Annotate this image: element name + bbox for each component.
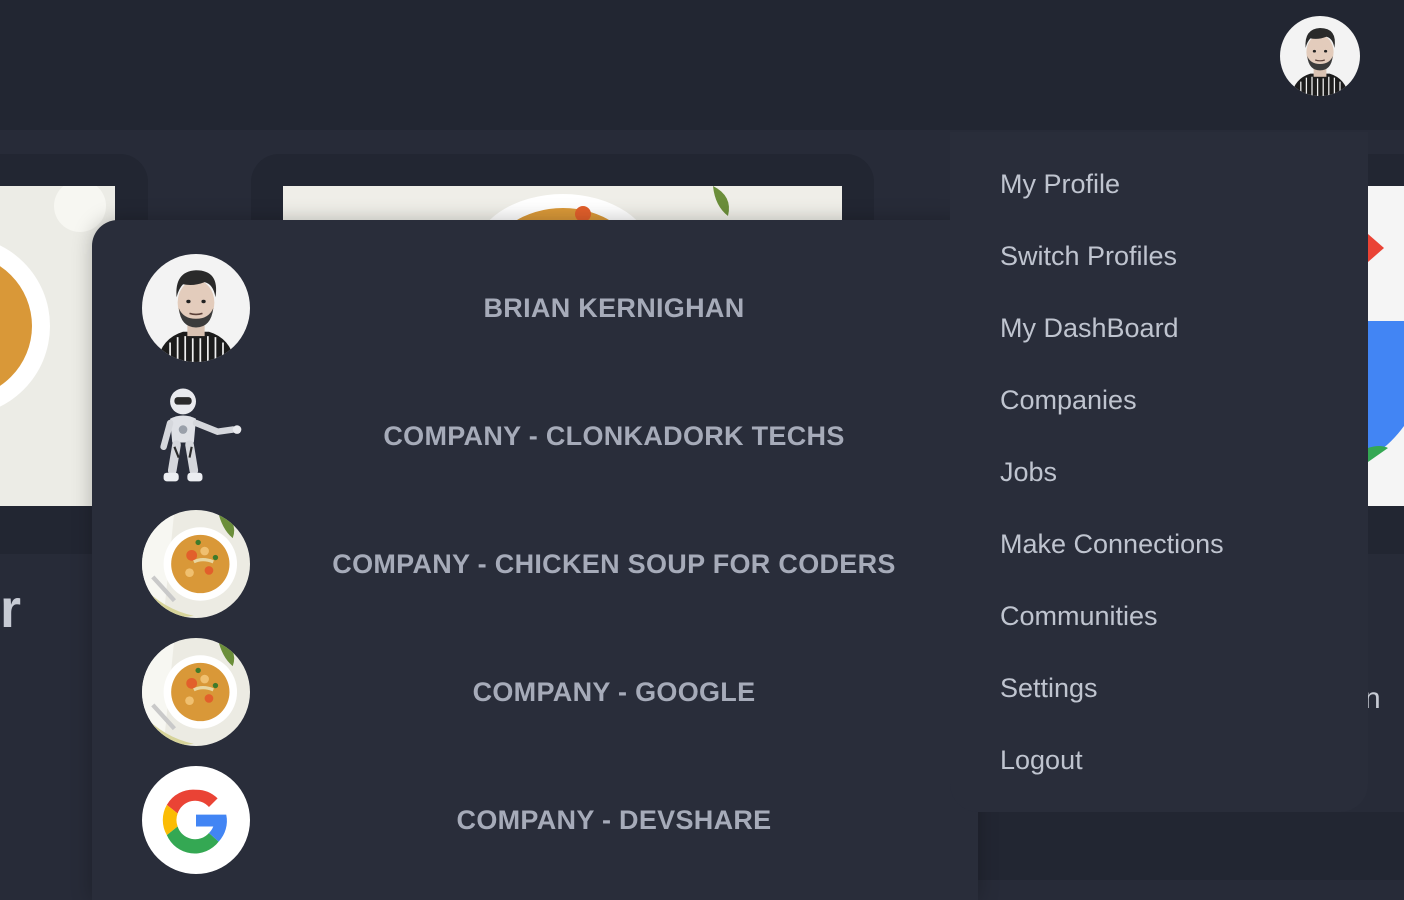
google-g-logo-icon	[142, 766, 250, 874]
profile-option[interactable]: COMPANY - DEVSHARE	[142, 766, 978, 874]
menu-item-companies[interactable]: Companies	[1000, 380, 1137, 420]
background-footer-area	[978, 812, 1404, 880]
menu-item-make-connections[interactable]: Make Connections	[1000, 524, 1224, 564]
person-avatar-icon	[142, 254, 250, 362]
menu-item-switch-profiles[interactable]: Switch Profiles	[1000, 236, 1177, 276]
profile-avatar	[142, 254, 250, 362]
top-header	[0, 0, 1404, 130]
profile-option[interactable]: COMPANY - GOOGLE	[142, 638, 978, 746]
user-avatar-button[interactable]	[1280, 16, 1360, 96]
profile-switcher-panel: BRIAN KERNIGHAN COMPANY - CLONKADORK TEC…	[92, 220, 978, 900]
profile-name: COMPANY - CHICKEN SOUP FOR CODERS	[332, 548, 896, 579]
profile-name: BRIAN KERNIGHAN	[483, 292, 745, 323]
profile-option[interactable]: COMPANY - CLONKADORK TECHS	[142, 382, 978, 490]
menu-item-jobs[interactable]: Jobs	[1000, 452, 1057, 492]
profile-name: COMPANY - CLONKADORK TECHS	[383, 420, 845, 451]
menu-item-logout[interactable]: Logout	[1000, 740, 1083, 780]
profile-name: COMPANY - DEVSHARE	[456, 804, 772, 835]
profile-option[interactable]: COMPANY - CHICKEN SOUP FOR CODERS	[142, 510, 978, 618]
menu-item-settings[interactable]: Settings	[1000, 668, 1098, 708]
background-card-image-center	[283, 186, 842, 220]
profile-avatar	[142, 766, 250, 874]
menu-item-communities[interactable]: Communities	[1000, 596, 1158, 636]
background-heading-fragment: r	[0, 579, 22, 639]
soup-image-icon	[283, 186, 842, 220]
profile-option[interactable]: BRIAN KERNIGHAN	[142, 254, 978, 362]
soup-logo-icon	[142, 638, 250, 746]
robot-logo-icon	[142, 382, 250, 490]
menu-item-my-profile[interactable]: My Profile	[1000, 164, 1120, 204]
user-dropdown-menu: My Profile Switch Profiles My DashBoard …	[950, 132, 1368, 812]
profile-avatar	[142, 510, 250, 618]
google-image-icon	[1368, 186, 1404, 506]
menu-item-my-dashboard[interactable]: My DashBoard	[1000, 308, 1179, 348]
profile-name: COMPANY - GOOGLE	[472, 676, 756, 707]
profile-avatar	[142, 638, 250, 746]
soup-logo-icon	[142, 510, 250, 618]
avatar-icon	[1280, 16, 1360, 96]
profile-avatar	[142, 382, 250, 490]
background-card-image-right	[1368, 186, 1404, 506]
